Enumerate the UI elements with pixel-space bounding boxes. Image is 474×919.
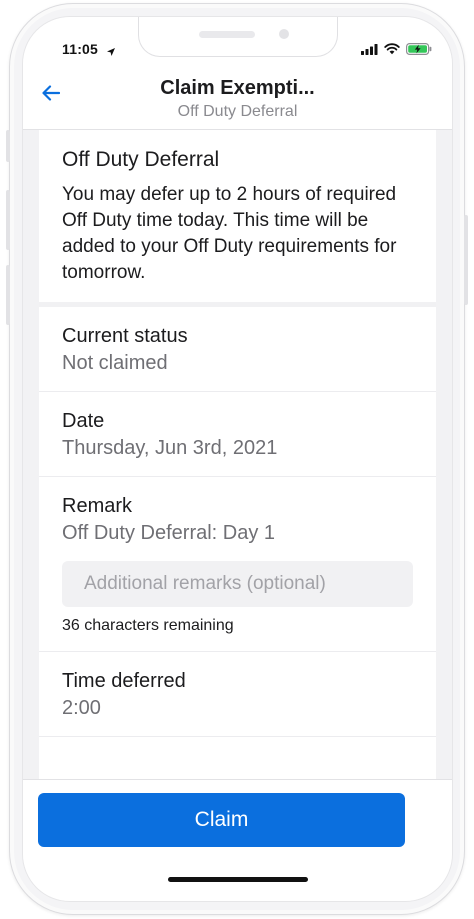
side-button bbox=[6, 130, 10, 162]
time-deferred-value: 2:00 bbox=[62, 697, 101, 719]
earpiece-speaker bbox=[199, 31, 255, 38]
back-arrow-icon bbox=[42, 84, 61, 106]
time-deferred-row: Time deferred 2:00 bbox=[39, 652, 436, 737]
current-status-row: Current status Not claimed bbox=[39, 307, 436, 392]
bottom-action-bar: Claim bbox=[23, 779, 452, 901]
page-title: Claim Exempti... bbox=[160, 77, 315, 99]
page-subtitle: Off Duty Deferral bbox=[177, 103, 298, 120]
exemption-details: Off Duty Deferral You may defer up to 2 … bbox=[39, 130, 436, 782]
location-arrow-icon bbox=[106, 44, 116, 62]
home-indicator[interactable] bbox=[168, 877, 308, 882]
side-button bbox=[6, 190, 10, 250]
back-button[interactable] bbox=[39, 83, 63, 107]
date-value: Thursday, Jun 3rd, 2021 bbox=[62, 437, 278, 459]
current-status-value: Not claimed bbox=[62, 352, 168, 374]
characters-remaining: 36 characters remaining bbox=[62, 617, 234, 634]
side-button bbox=[464, 215, 468, 305]
battery-charging-icon bbox=[406, 42, 432, 60]
intro-section: Off Duty Deferral You may defer up to 2 … bbox=[39, 130, 436, 307]
time-deferred-label: Time deferred bbox=[62, 670, 186, 692]
cellular-signal-icon bbox=[361, 42, 378, 60]
side-button bbox=[6, 265, 10, 325]
phone-screen: 11:05 Claim Exempti... Off Duty Deferral… bbox=[22, 16, 453, 902]
front-camera bbox=[279, 29, 289, 39]
navigation-bar: Claim Exempti... Off Duty Deferral bbox=[23, 61, 452, 130]
date-row: Date Thursday, Jun 3rd, 2021 bbox=[39, 392, 436, 477]
date-label: Date bbox=[62, 410, 105, 432]
status-time: 11:05 bbox=[62, 41, 99, 57]
wifi-icon bbox=[384, 42, 400, 60]
phone-mockup: 11:05 Claim Exempti... Off Duty Deferral… bbox=[0, 0, 474, 919]
remark-row: Remark Off Duty Deferral: Day 1 36 chara… bbox=[39, 477, 436, 652]
claim-button[interactable]: Claim bbox=[38, 793, 405, 847]
remark-value: Off Duty Deferral: Day 1 bbox=[62, 522, 276, 544]
current-status-label: Current status bbox=[62, 325, 188, 347]
exemption-title: Off Duty Deferral bbox=[62, 148, 220, 171]
remark-label: Remark bbox=[62, 495, 133, 517]
additional-remarks-input[interactable] bbox=[62, 561, 413, 607]
empty-row bbox=[39, 737, 436, 782]
phone-notch bbox=[138, 17, 338, 57]
exemption-description: You may defer up to 2 hours of required … bbox=[62, 184, 397, 283]
